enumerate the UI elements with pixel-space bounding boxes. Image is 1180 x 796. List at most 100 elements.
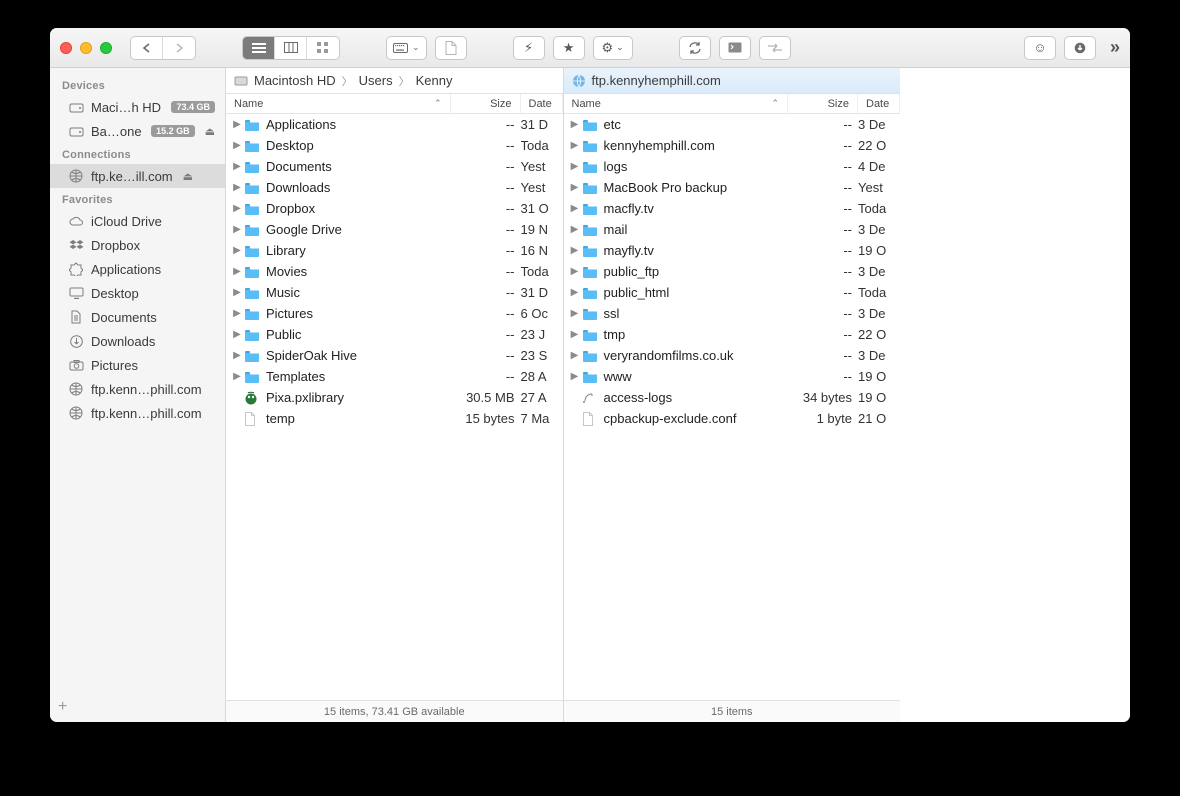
sidebar-item[interactable]: Desktop [50, 281, 225, 305]
disclosure-triangle[interactable]: ▶ [230, 245, 244, 256]
sidebar-item[interactable]: Dropbox [50, 233, 225, 257]
disclosure-triangle[interactable]: ▶ [568, 140, 582, 151]
file-row[interactable]: ▶public_html--Toda [564, 282, 901, 303]
eject-icon[interactable]: ⏏ [205, 125, 215, 138]
file-row[interactable]: ▶veryrandomfilms.co.uk--3 De [564, 345, 901, 366]
disclosure-triangle[interactable]: ▶ [568, 350, 582, 361]
file-row[interactable]: ▶tmp--22 O [564, 324, 901, 345]
forward-button[interactable] [163, 37, 195, 59]
disclosure-triangle[interactable]: ▶ [568, 161, 582, 172]
disclosure-triangle[interactable]: ▶ [568, 329, 582, 340]
file-row[interactable]: ▶macfly.tv--Toda [564, 198, 901, 219]
disclosure-triangle[interactable]: ▶ [230, 119, 244, 130]
disclosure-triangle[interactable]: ▶ [568, 203, 582, 214]
view-icons-button[interactable] [307, 37, 339, 59]
sidebar-item[interactable]: ftp.kenn…phill.com [50, 377, 225, 401]
disclosure-triangle[interactable]: ▶ [230, 287, 244, 298]
quick-action-button[interactable]: ⚡︎ [513, 36, 545, 60]
eject-icon[interactable]: ⏏ [183, 170, 193, 183]
file-row[interactable]: ▶ssl--3 De [564, 303, 901, 324]
file-row[interactable]: ▶Downloads--Yest [226, 177, 563, 198]
new-file-button[interactable] [435, 36, 467, 60]
column-header-date[interactable]: Date [521, 94, 563, 113]
column-header-name[interactable]: Name⌃ [564, 94, 789, 113]
disclosure-triangle[interactable]: ▶ [230, 266, 244, 277]
transfer-button[interactable] [759, 36, 791, 60]
breadcrumb-item[interactable]: Users [359, 73, 393, 88]
sidebar-item[interactable]: Ba…one15.2 GB⏏ [50, 119, 225, 143]
terminal-button[interactable] [719, 36, 751, 60]
file-row[interactable]: ▶public_ftp--3 De [564, 261, 901, 282]
disclosure-triangle[interactable]: ▶ [230, 161, 244, 172]
breadcrumb-item[interactable]: Macintosh HD [254, 73, 336, 88]
sidebar-item[interactable]: iCloud Drive [50, 209, 225, 233]
sidebar-item[interactable]: ftp.ke…ill.com⏏ [50, 164, 225, 188]
sidebar-item[interactable]: Documents [50, 305, 225, 329]
view-list-button[interactable] [243, 37, 275, 59]
file-row[interactable]: ▶etc--3 De [564, 114, 901, 135]
disclosure-triangle[interactable]: ▶ [568, 308, 582, 319]
file-row[interactable]: ▶www--19 O [564, 366, 901, 387]
file-row[interactable]: temp15 bytes7 Ma [226, 408, 563, 429]
file-row[interactable]: access-logs34 bytes19 O [564, 387, 901, 408]
disclosure-triangle[interactable]: ▶ [568, 266, 582, 277]
disclosure-triangle[interactable]: ▶ [230, 140, 244, 151]
gear-dropdown-button[interactable]: ⚙︎⌄ [593, 36, 633, 60]
file-row[interactable]: ▶Music--31 D [226, 282, 563, 303]
column-header-size[interactable]: Size [788, 94, 858, 113]
disclosure-triangle[interactable]: ▶ [230, 350, 244, 361]
add-favorite-button[interactable]: + [58, 698, 67, 716]
file-list[interactable]: ▶etc--3 De▶kennyhemphill.com--22 O▶logs-… [564, 114, 901, 700]
sidebar-item[interactable]: Pictures [50, 353, 225, 377]
disclosure-triangle[interactable]: ▶ [230, 203, 244, 214]
sidebar-item[interactable]: ftp.kenn…phill.com [50, 401, 225, 425]
disclosure-triangle[interactable]: ▶ [230, 224, 244, 235]
favorite-button[interactable]: ★ [553, 36, 585, 60]
file-row[interactable]: ▶Desktop--Toda [226, 135, 563, 156]
file-row[interactable]: ▶logs--4 De [564, 156, 901, 177]
disclosure-triangle[interactable]: ▶ [230, 308, 244, 319]
sidebar-item[interactable]: Maci…h HD73.4 GB [50, 95, 225, 119]
sync-button[interactable] [679, 36, 711, 60]
keyboard-dropdown-button[interactable]: ⌄ [386, 36, 427, 60]
toolbar-overflow-button[interactable]: » [1110, 37, 1120, 58]
breadcrumb[interactable]: Macintosh HD〉Users〉Kenny [226, 68, 563, 94]
disclosure-triangle[interactable]: ▶ [568, 224, 582, 235]
file-row[interactable]: ▶mayfly.tv--19 O [564, 240, 901, 261]
disclosure-triangle[interactable]: ▶ [568, 371, 582, 382]
file-row[interactable]: ▶Dropbox--31 O [226, 198, 563, 219]
file-row[interactable]: cpbackup-exclude.conf1 byte21 O [564, 408, 901, 429]
disclosure-triangle[interactable]: ▶ [568, 287, 582, 298]
breadcrumb-item[interactable]: Kenny [416, 73, 453, 88]
file-row[interactable]: ▶Google Drive--19 N [226, 219, 563, 240]
file-row[interactable]: ▶Library--16 N [226, 240, 563, 261]
sidebar-item[interactable]: Downloads [50, 329, 225, 353]
file-row[interactable]: ▶Public--23 J [226, 324, 563, 345]
download-button[interactable] [1064, 36, 1096, 60]
file-row[interactable]: ▶MacBook Pro backup--Yest [564, 177, 901, 198]
file-list[interactable]: ▶Applications--31 D▶Desktop--Toda▶Docume… [226, 114, 563, 700]
breadcrumb-item[interactable]: ftp.kennyhemphill.com [592, 73, 721, 88]
column-header-size[interactable]: Size [451, 94, 521, 113]
back-button[interactable] [131, 37, 163, 59]
disclosure-triangle[interactable]: ▶ [230, 371, 244, 382]
file-row[interactable]: Pixa.pxlibrary30.5 MB27 A [226, 387, 563, 408]
sidebar-item[interactable]: Applications [50, 257, 225, 281]
disclosure-triangle[interactable]: ▶ [230, 182, 244, 193]
file-row[interactable]: ▶Movies--Toda [226, 261, 563, 282]
emoji-button[interactable]: ☺︎ [1024, 36, 1056, 60]
file-row[interactable]: ▶Templates--28 A [226, 366, 563, 387]
file-row[interactable]: ▶Applications--31 D [226, 114, 563, 135]
disclosure-triangle[interactable]: ▶ [568, 182, 582, 193]
zoom-window-button[interactable] [100, 42, 112, 54]
disclosure-triangle[interactable]: ▶ [568, 119, 582, 130]
view-columns-button[interactable] [275, 37, 307, 59]
minimize-window-button[interactable] [80, 42, 92, 54]
file-row[interactable]: ▶kennyhemphill.com--22 O [564, 135, 901, 156]
column-header-date[interactable]: Date [858, 94, 900, 113]
file-row[interactable]: ▶Documents--Yest [226, 156, 563, 177]
close-window-button[interactable] [60, 42, 72, 54]
column-header-name[interactable]: Name⌃ [226, 94, 451, 113]
disclosure-triangle[interactable]: ▶ [230, 329, 244, 340]
disclosure-triangle[interactable]: ▶ [568, 245, 582, 256]
